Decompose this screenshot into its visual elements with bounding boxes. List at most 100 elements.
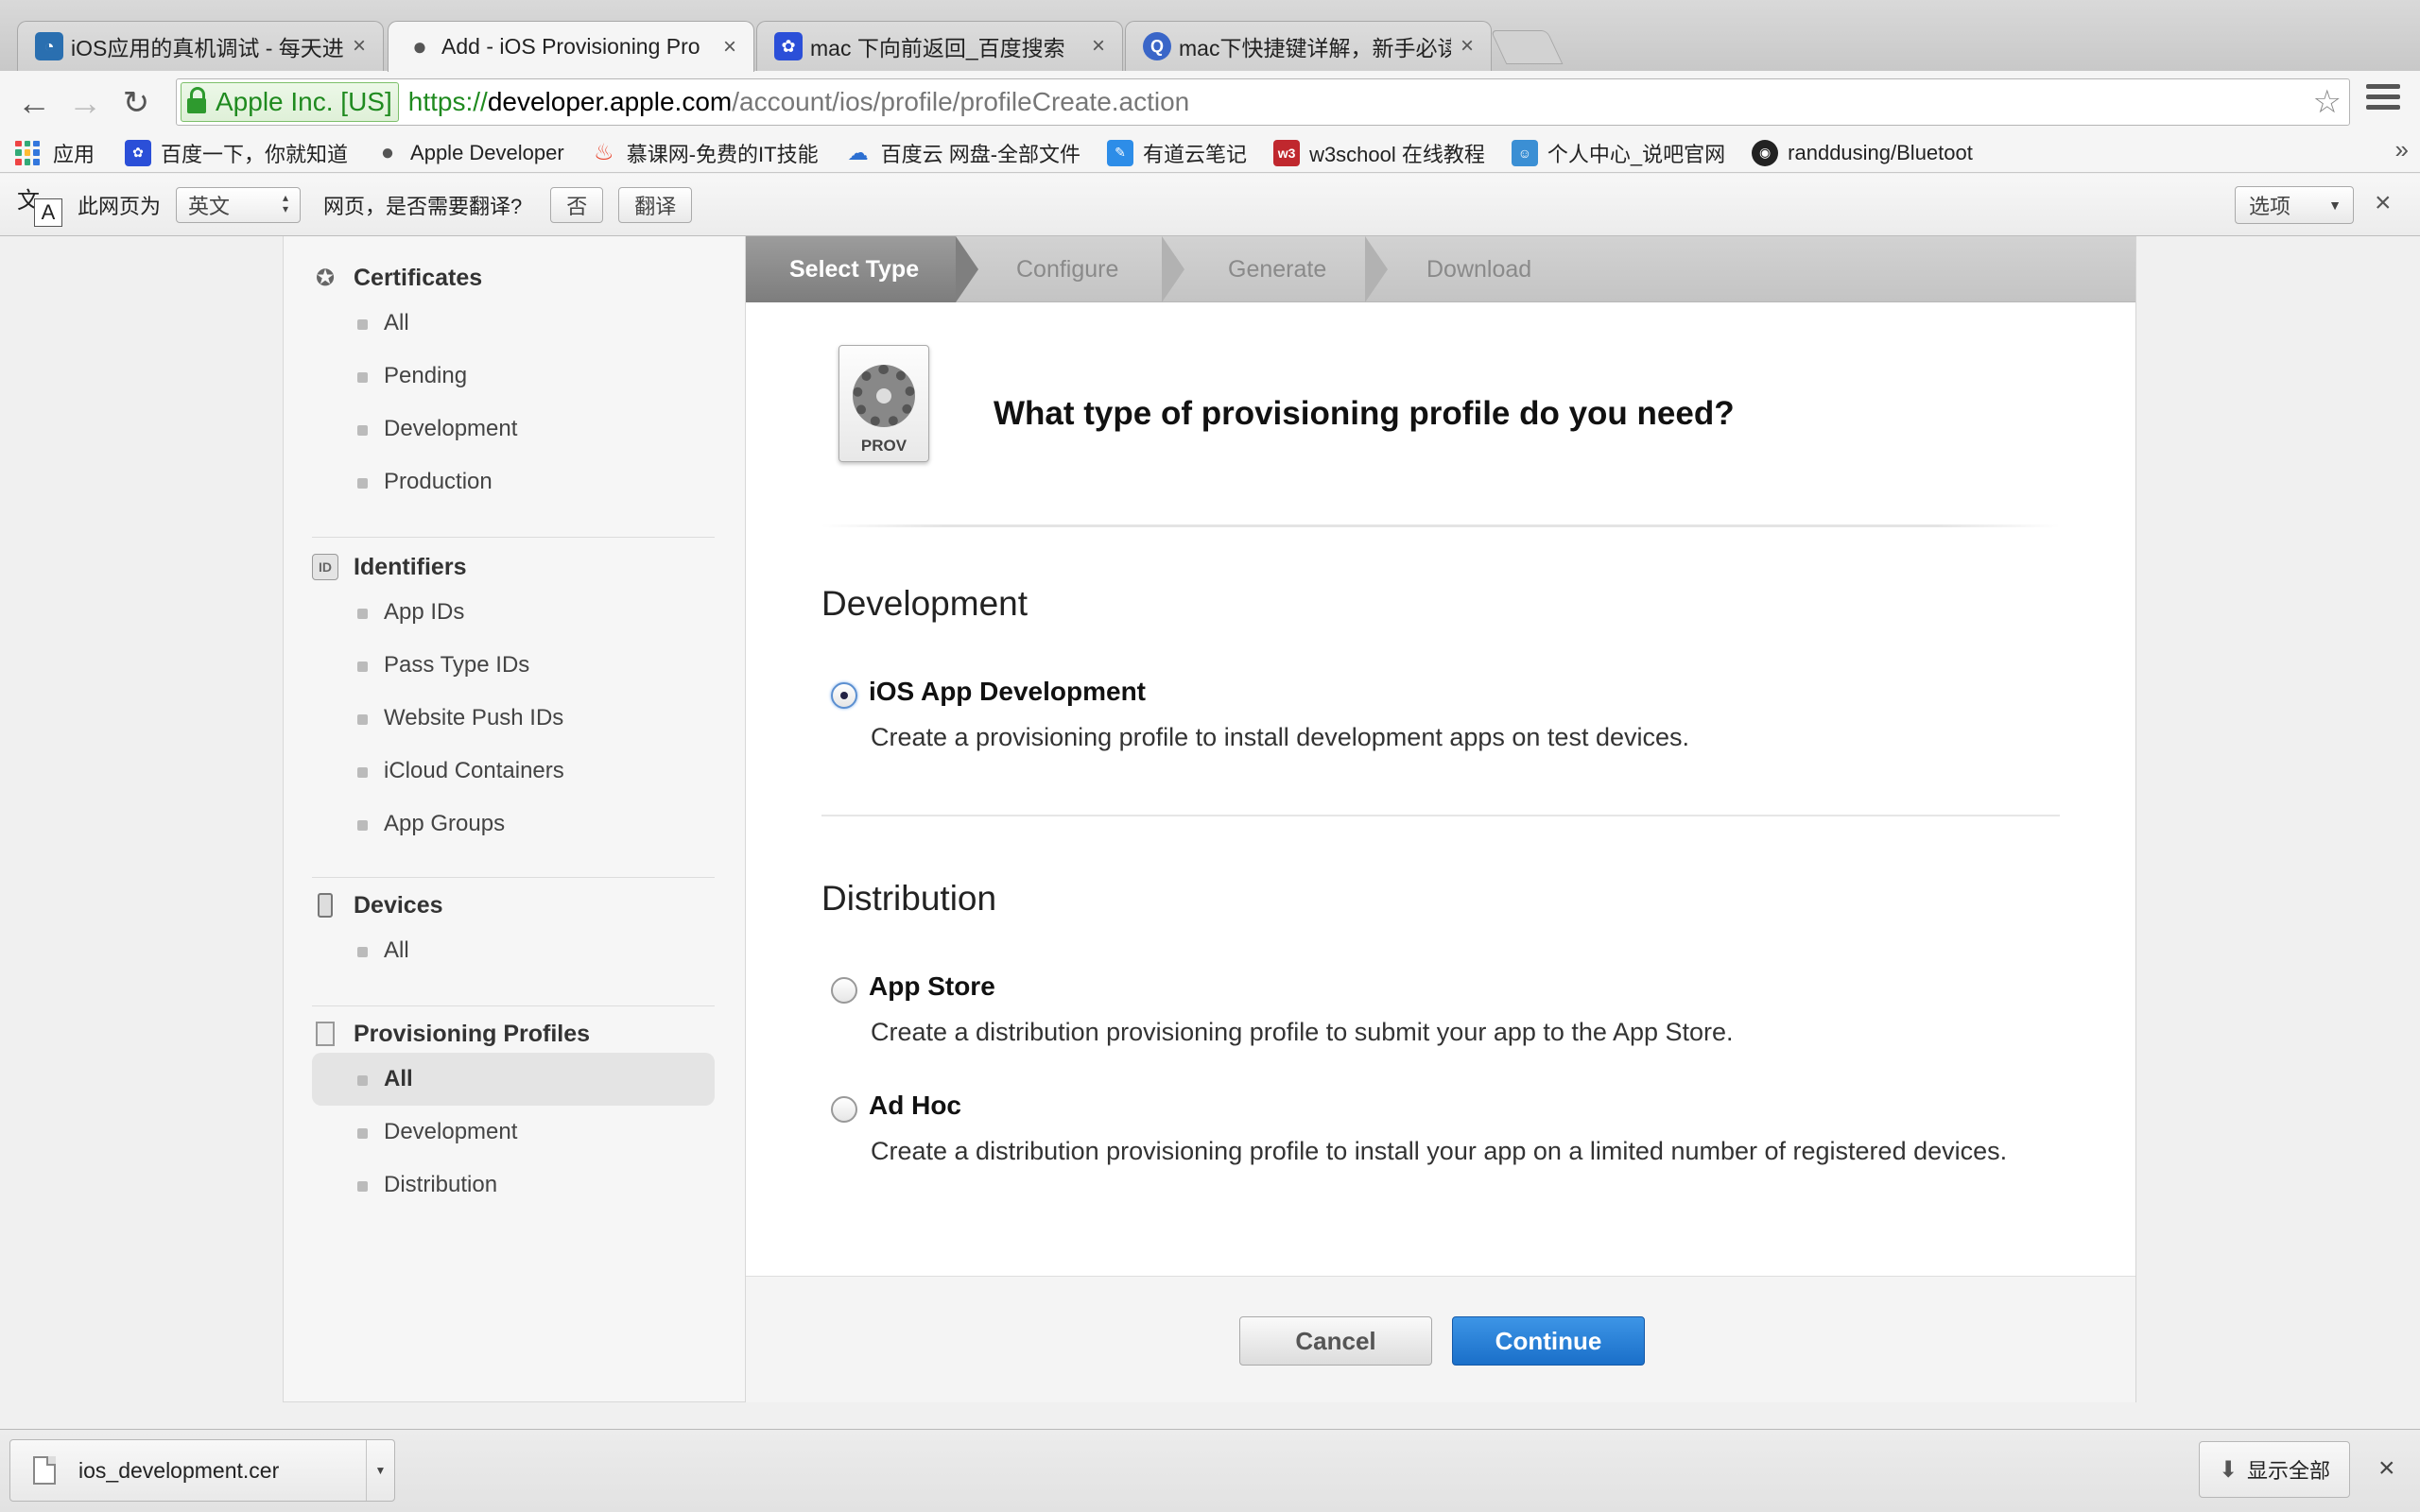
gear-icon [853, 365, 915, 427]
bookmark-baidu-cloud[interactable]: ☁ 百度云 网盘-全部文件 [845, 138, 1080, 168]
step-select-type: Select Type [746, 236, 956, 302]
reload-icon[interactable]: ↻ [115, 82, 157, 124]
sidebar-item-profiles-development[interactable]: Development [312, 1106, 715, 1159]
continue-button[interactable]: Continue [1452, 1316, 1645, 1366]
sidebar-heading[interactable]: ID Identifiers [312, 548, 715, 586]
sidebar-item-label: Pass Type IDs [384, 652, 530, 678]
close-icon[interactable]: × [2378, 1452, 2395, 1485]
sidebar-item-label: All [384, 310, 409, 335]
bookmark-label: 慕课网-免费的IT技能 [626, 142, 819, 166]
translate-icon: 文A [17, 181, 64, 229]
sidebar-item-profiles-distribution[interactable]: Distribution [312, 1159, 715, 1211]
chevron-right-icon[interactable]: » [2395, 135, 2409, 164]
option-label: Ad Hoc [869, 1091, 961, 1120]
bookmark-star-icon[interactable]: ☆ [2313, 83, 2342, 121]
caret-down-icon[interactable]: ▼ [366, 1440, 394, 1501]
browser-tab-3[interactable]: ✿ mac 下向前返回_百度搜索 × [756, 21, 1123, 71]
bookmark-baidu[interactable]: ✿ 百度一下，你就知道 [125, 138, 348, 168]
bookmark-label: 应用 [53, 142, 95, 166]
close-icon[interactable]: × [353, 33, 366, 60]
bookmark-apple-developer[interactable]: ● Apple Developer [374, 140, 564, 166]
translate-prefix: 此网页为 [78, 194, 162, 218]
sidebar-section-provisioning-profiles: Provisioning Profiles All Development Di… [312, 1015, 715, 1211]
sidebar-item-app-ids[interactable]: App IDs [312, 586, 715, 639]
sidebar-item-app-groups[interactable]: App Groups [312, 798, 715, 850]
sidebar-item-label: App Groups [384, 811, 506, 836]
step-label: Download [1426, 255, 1532, 283]
step-label: Select Type [789, 255, 920, 283]
sidebar-item-certificates-development[interactable]: Development [312, 403, 715, 455]
sidebar-item-label: Production [384, 469, 493, 494]
sidebar-item-label: Website Push IDs [384, 705, 564, 730]
lock-icon [187, 87, 206, 113]
forward-arrow-icon[interactable]: → [64, 82, 106, 124]
bookmark-apps[interactable]: 应用 [0, 138, 95, 168]
cancel-button[interactable]: Cancel [1239, 1316, 1432, 1366]
search-q-icon: Q [1143, 32, 1171, 60]
tab-title: iOS应用的真机调试 - 每天进 [71, 36, 343, 60]
translate-button[interactable]: 翻译 [618, 186, 693, 223]
url-path: /account/ios/profile/profileCreate.actio… [732, 87, 1190, 116]
bookmark-shuoba[interactable]: ☺ 个人中心_说吧官网 [1511, 138, 1725, 168]
step-label: Generate [1228, 255, 1327, 283]
sidebar-item-pass-type-ids[interactable]: Pass Type IDs [312, 639, 715, 692]
radio-ios-app-development[interactable] [831, 682, 857, 709]
radio-app-store[interactable] [831, 977, 857, 1004]
show-all-downloads-button[interactable]: ⬇ 显示全部 [2199, 1441, 2350, 1498]
sidebar-item-certificates-pending[interactable]: Pending [312, 350, 715, 403]
close-icon[interactable]: × [723, 34, 736, 60]
development-section-title: Development [821, 584, 1028, 623]
sidebar-heading[interactable]: ✪ Certificates [312, 259, 715, 297]
close-icon[interactable]: × [1092, 33, 1105, 60]
certificate-icon: ✪ [315, 265, 336, 291]
browser-toolbar: ← → ↻ Apple Inc. [US] https://developer.… [0, 71, 2420, 133]
bookmark-label: 有道云笔记 [1143, 142, 1248, 166]
no-translate-button[interactable]: 否 [550, 186, 604, 223]
bookmark-youdao-note[interactable]: ✎ 有道云笔记 [1107, 138, 1247, 168]
sidebar-item-label: Development [384, 416, 518, 441]
bookmark-w3school[interactable]: w3 w3school 在线教程 [1273, 138, 1485, 168]
sidebar-section-devices: Devices All [312, 886, 715, 977]
cloud-icon: ☁ [847, 140, 869, 164]
sidebar-item-profiles-all[interactable]: All [312, 1053, 715, 1106]
browser-tab-1[interactable]: ◔ iOS应用的真机调试 - 每天进 × [17, 21, 384, 71]
sidebar-item-devices-all[interactable]: All [312, 924, 715, 977]
sidebar-item-icloud-containers[interactable]: iCloud Containers [312, 745, 715, 798]
sidebar-heading-label: Provisioning Profiles [354, 1020, 591, 1047]
back-arrow-icon[interactable]: ← [13, 82, 55, 124]
provisioning-profile-icon: PROV [838, 345, 929, 462]
avatar-icon: ☺ [1511, 139, 1538, 166]
step-label: Configure [1016, 255, 1119, 283]
translate-options-dropdown[interactable]: 选项 [2235, 186, 2354, 224]
bookmark-label: w3school 在线教程 [1309, 142, 1485, 166]
sidebar-heading[interactable]: Provisioning Profiles [312, 1015, 715, 1053]
download-item[interactable]: ios_development.cer ▼ [9, 1439, 395, 1502]
note-icon: ✎ [1107, 139, 1134, 166]
sidebar-item-certificates-production[interactable]: Production [312, 455, 715, 508]
apple-icon: ● [412, 32, 427, 60]
browser-tab-2[interactable]: ● Add - iOS Provisioning Pro × [388, 21, 754, 72]
browser-tab-4[interactable]: Q mac下快捷键详解，新手必读 × [1125, 21, 1492, 71]
bookmark-github[interactable]: ◉ randdusing/Bluetoot [1752, 139, 1973, 166]
sidebar-heading-label: Identifiers [354, 553, 467, 580]
ev-certificate-badge[interactable]: Apple Inc. [US] [181, 82, 399, 122]
bookmark-imooc[interactable]: ♨ 慕课网-免费的IT技能 [591, 138, 819, 168]
sidebar-heading[interactable]: Devices [312, 886, 715, 924]
close-icon[interactable]: × [2375, 187, 2392, 219]
sidebar-item-website-push-ids[interactable]: Website Push IDs [312, 692, 715, 745]
option-description: Create a distribution provisioning profi… [871, 1018, 1734, 1046]
language-select[interactable]: 英文 [176, 186, 302, 223]
new-tab-button[interactable] [1490, 30, 1564, 64]
sidebar-item-label: App IDs [384, 599, 465, 625]
step-chevron [1162, 236, 1184, 302]
close-icon[interactable]: × [1461, 33, 1474, 60]
wizard-steps: Select Type Configure Generate Download [746, 236, 2135, 302]
radio-ad-hoc[interactable] [831, 1096, 857, 1123]
sidebar-item-certificates-all[interactable]: All [312, 297, 715, 350]
device-icon [312, 892, 338, 919]
address-bar[interactable]: Apple Inc. [US] https://developer.apple.… [176, 78, 2350, 126]
hamburger-menu-icon[interactable] [2366, 84, 2400, 116]
distribution-section-title: Distribution [821, 879, 997, 918]
option-label: App Store [869, 971, 995, 1001]
document-icon [312, 1021, 338, 1047]
